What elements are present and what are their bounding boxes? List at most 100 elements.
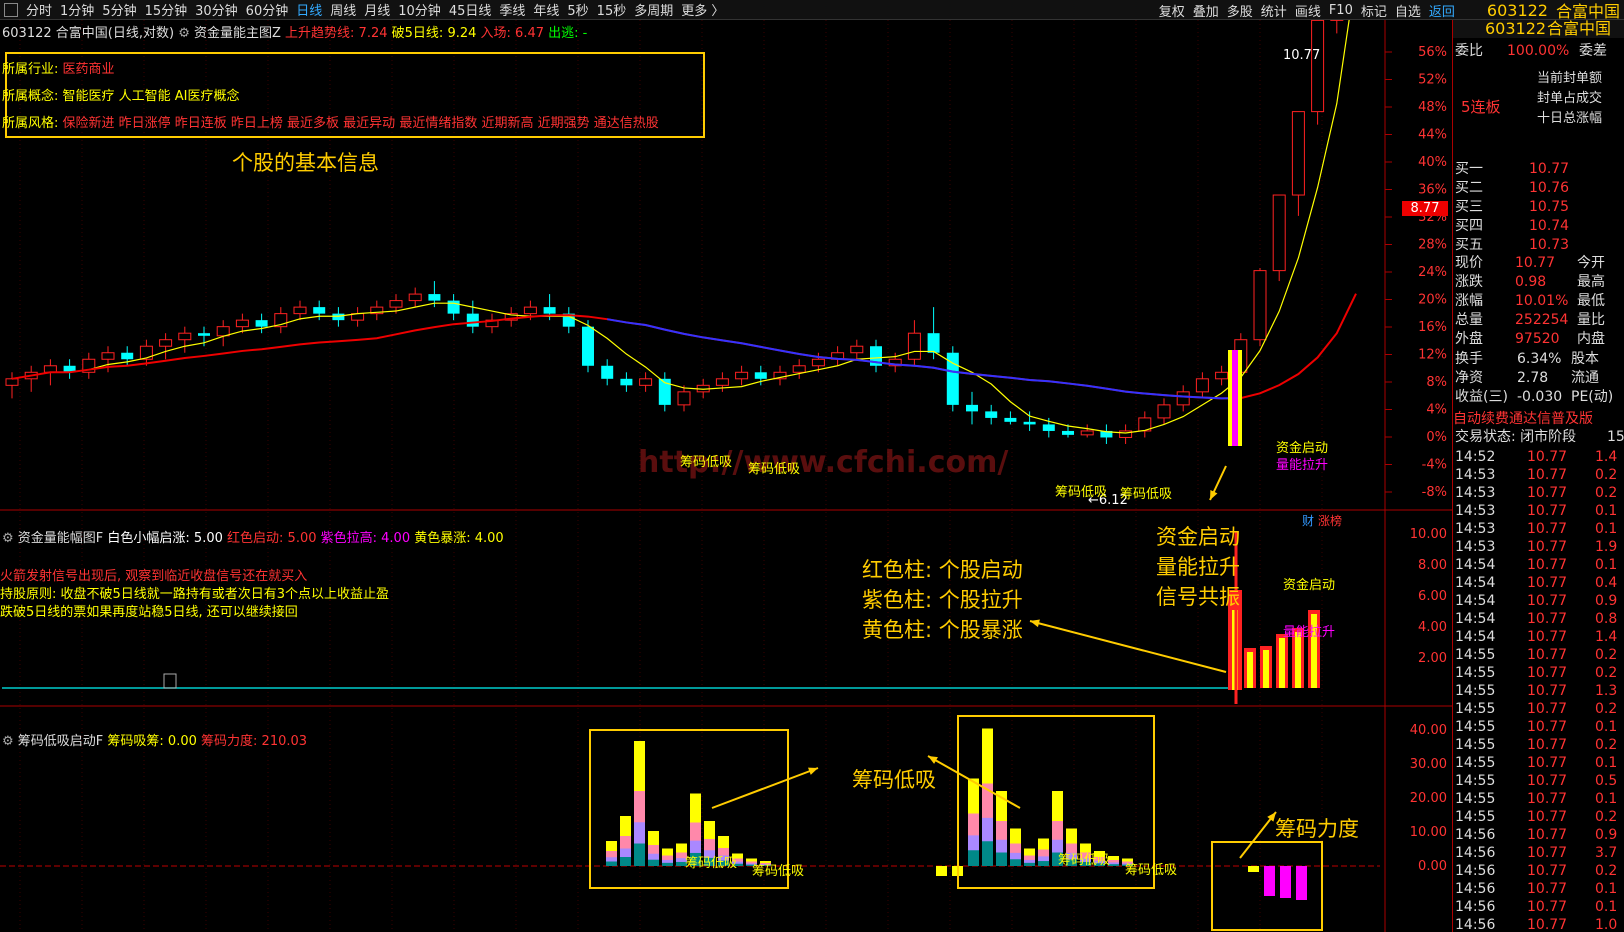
tab-3[interactable]: 15分钟	[145, 4, 188, 19]
callout-absorb: 筹码低吸	[852, 768, 936, 792]
tab-13[interactable]: 5秒	[567, 4, 588, 19]
tick-row: 14:56 10.77 1.0	[1453, 916, 1624, 932]
low-axis-tick: 40.00	[1410, 723, 1447, 738]
tick-time: 14:56	[1455, 845, 1496, 861]
candle-body	[543, 307, 556, 314]
stat2-value: 6.34%	[1517, 351, 1562, 367]
candle-body	[907, 332, 921, 360]
tab-7[interactable]: 周线	[330, 4, 356, 19]
tab-1[interactable]: 1分钟	[60, 4, 94, 19]
tool-6[interactable]: 标记	[1361, 1, 1387, 20]
ticker-msg[interactable]: 自动续费通达信普及版	[1453, 410, 1624, 428]
bid-label: 买五	[1455, 237, 1483, 253]
tool-8[interactable]: 返回	[1429, 1, 1455, 20]
header-code: 603122	[2, 26, 52, 41]
white-label: 白色小幅启涨: 5.00	[107, 531, 223, 546]
tool-4[interactable]: 画线	[1295, 1, 1321, 20]
settings-icon[interactable]: ⚙	[178, 26, 190, 41]
tool-7[interactable]: 自选	[1395, 1, 1421, 20]
chip-bar-base	[968, 850, 979, 866]
main-axis-tick: 48%	[1418, 100, 1447, 115]
stat2-value: -0.030	[1517, 389, 1563, 405]
settings-icon[interactable]: ⚙	[2, 734, 14, 749]
candle-body	[985, 411, 998, 418]
candle-body	[313, 307, 326, 314]
tab-8[interactable]: 月线	[364, 4, 390, 19]
tab-5[interactable]: 60分钟	[246, 4, 289, 19]
arrow-legend	[1029, 620, 1227, 673]
tick-price: 10.77	[1527, 467, 1568, 483]
tick-volume: 0.2	[1595, 809, 1618, 825]
finance-tag[interactable]: 财	[1302, 512, 1314, 529]
indicator-name[interactable]: 资金量能主图Z	[194, 26, 281, 41]
force-bar	[1280, 866, 1291, 898]
menu-icon[interactable]	[4, 2, 18, 17]
candle-body	[332, 313, 345, 321]
tool-3[interactable]: 统计	[1261, 1, 1287, 20]
arrow-absorb-1-head	[808, 767, 818, 775]
stat-key: 涨幅	[1455, 293, 1483, 309]
tab-6[interactable]: 日线	[296, 4, 322, 19]
tab-0[interactable]: 分时	[26, 4, 52, 19]
quote-panel: 603122 合富中国 委比 100.00% 委差 当前封单额 封单占成交 5连…	[1452, 20, 1624, 932]
stat-value: 97520	[1515, 331, 1560, 347]
tick-price: 10.77	[1527, 575, 1568, 591]
tick-price: 10.77	[1527, 593, 1568, 609]
tab-2[interactable]: 5分钟	[102, 4, 136, 19]
tick-price: 10.77	[1527, 773, 1568, 789]
tab-12[interactable]: 年线	[533, 4, 559, 19]
tab-4[interactable]: 30分钟	[195, 4, 238, 19]
info-label: 所属行业:	[2, 62, 59, 77]
tab-14[interactable]: 15秒	[597, 4, 627, 19]
tick-time: 14:56	[1455, 863, 1496, 879]
tab-9[interactable]: 10分钟	[398, 4, 441, 19]
info-line-0: 所属行业: 医药商业	[2, 58, 115, 77]
tick-row: 14:53 10.77 0.1	[1453, 520, 1624, 538]
candle-body	[620, 378, 633, 386]
mid-title[interactable]: 资金量能幅图F	[18, 531, 103, 546]
mid-bar-inner	[1295, 632, 1301, 688]
tick-time: 14:55	[1455, 719, 1496, 735]
low-title[interactable]: 筹码低吸启动F	[18, 734, 103, 749]
tick-time: 14:53	[1455, 521, 1496, 537]
tick-time: 14:55	[1455, 737, 1496, 753]
tab-11[interactable]: 季线	[499, 4, 525, 19]
tick-price: 10.77	[1527, 863, 1568, 879]
tool-0[interactable]: 复权	[1159, 1, 1185, 20]
tick-time: 14:55	[1455, 809, 1496, 825]
tick-price: 10.77	[1527, 647, 1568, 663]
bid-row: 买三 10.75	[1453, 198, 1624, 216]
tick-volume: 0.1	[1595, 791, 1618, 807]
candle-body	[447, 300, 460, 314]
force-label: 筹码力度: 210.03	[201, 734, 308, 749]
exit-label: 出逃: -	[548, 26, 588, 41]
tab-10[interactable]: 45日线	[449, 4, 492, 19]
low-axis-tick: 20.00	[1410, 791, 1447, 806]
tab-16[interactable]: 更多 〉	[681, 4, 724, 19]
tick-row: 14:54 10.77 0.4	[1453, 574, 1624, 592]
tick-row: 14:54 10.77 0.8	[1453, 610, 1624, 628]
tool-2[interactable]: 多股	[1227, 1, 1253, 20]
tab-15[interactable]: 多周期	[634, 4, 673, 19]
tick-price: 10.77	[1527, 683, 1568, 699]
main-axis-tick: 40%	[1418, 155, 1447, 170]
tool-5[interactable]: F10	[1329, 3, 1353, 18]
candle-body	[293, 306, 307, 315]
candle-body	[811, 358, 825, 367]
rank-tag[interactable]: 涨榜	[1318, 512, 1342, 529]
note-2: 持股原则: 收盘不破5日线就一路持有或者次日有3个点以上收益止盈	[0, 587, 390, 602]
low-axis-tick: 0.00	[1418, 859, 1447, 874]
tool-1[interactable]: 叠加	[1193, 1, 1219, 20]
tick-volume: 0.1	[1595, 557, 1618, 573]
tick-row: 14:55 10.77 0.2	[1453, 736, 1624, 754]
tick-volume: 3.7	[1595, 845, 1618, 861]
settings-icon[interactable]: ⚙	[2, 531, 14, 546]
chip-bar-base	[662, 862, 673, 866]
mid-bar-inner	[1247, 652, 1253, 688]
tick-volume: 0.2	[1595, 665, 1618, 681]
tick-volume: 1.0	[1595, 917, 1618, 932]
candle-body	[159, 339, 173, 347]
tick-price: 10.77	[1527, 701, 1568, 717]
stat2-key2: 股本	[1571, 351, 1599, 367]
tick-row: 14:56 10.77 0.2	[1453, 862, 1624, 880]
